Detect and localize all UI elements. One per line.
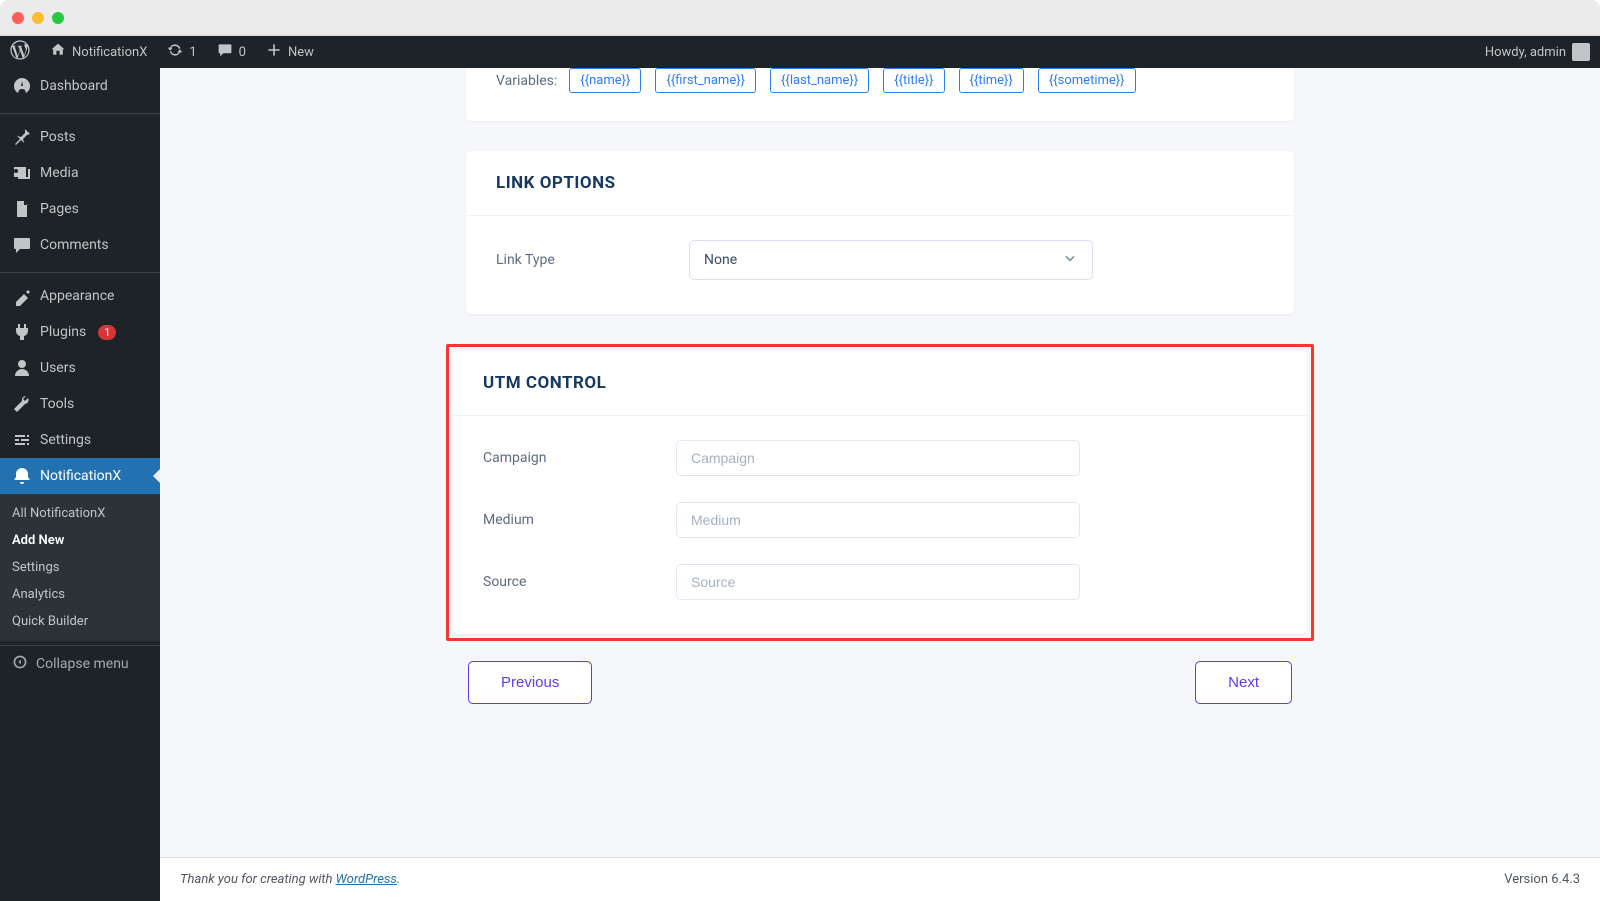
variable-tag[interactable]: {{sometime}} [1038,68,1136,93]
wp-admin-sidebar: Dashboard Posts Media Pages Comments Appearan… [0,68,160,901]
variable-tag[interactable]: {{time}} [959,68,1024,93]
mac-close-dot[interactable] [12,12,24,24]
sidebar-item-label: Users [40,360,76,376]
media-icon [12,163,32,183]
site-name-menu[interactable]: NotificationX [40,36,157,68]
mac-zoom-dot[interactable] [52,12,64,24]
new-label: New [288,45,314,60]
sidebar-item-label: Settings [40,432,91,448]
submenu-item-add-new[interactable]: Add New [0,527,160,554]
footer-thanks-prefix: Thank you for creating with [180,872,336,887]
sidebar-item-label: Appearance [40,288,114,304]
plugin-icon [12,322,32,342]
new-menu[interactable]: New [256,36,324,68]
update-badge: 1 [98,325,116,340]
notifx-icon [12,466,32,486]
plus-icon [266,42,282,62]
comment-icon [12,235,32,255]
sidebar-item-comments[interactable]: Comments [0,227,160,263]
sidebar-item-appearance[interactable]: Appearance [0,278,160,314]
utm-source-input[interactable] [676,564,1080,600]
link-type-label: Link Type [496,252,689,268]
refresh-icon [167,42,183,62]
next-button[interactable]: Next [1195,661,1292,704]
sidebar-item-media[interactable]: Media [0,155,160,191]
pin-icon [12,127,32,147]
variable-tag[interactable]: {{title}} [883,68,944,93]
site-name: NotificationX [72,45,147,60]
previous-button[interactable]: Previous [468,661,592,704]
utm-medium-input[interactable] [676,502,1080,538]
appearance-icon [12,286,32,306]
avatar-icon [1572,43,1590,61]
utm-campaign-input[interactable] [676,440,1080,476]
updates-count: 1 [189,45,196,60]
sidebar-item-label: Tools [40,396,74,412]
sidebar-item-users[interactable]: Users [0,350,160,386]
wp-content-area: Variables: {{name}} {{first_name}} {{last_… [160,68,1600,901]
sidebar-item-pages[interactable]: Pages [0,191,160,227]
howdy-menu[interactable]: Howdy, admin [1475,36,1600,68]
wizard-nav: Previous Next [466,661,1294,734]
link-options-title: LINK OPTIONS [496,173,1264,193]
variable-tag[interactable]: {{first_name}} [655,68,756,93]
utm-campaign-label: Campaign [483,450,676,466]
sidebar-item-label: Plugins [40,324,86,340]
home-icon [50,42,66,62]
link-type-select[interactable]: None [689,240,1093,280]
collapse-label: Collapse menu [36,656,129,672]
wp-logo-menu[interactable] [0,36,40,68]
tools-icon [12,394,32,414]
sidebar-item-label: NotificationX [40,468,121,484]
comments-menu[interactable]: 0 [207,36,256,68]
sidebar-item-tools[interactable]: Tools [0,386,160,422]
utm-title: UTM CONTROL [483,373,1277,393]
mac-titlebar [0,0,1600,36]
variables-label: Variables: [496,73,557,89]
wordpress-icon [10,40,30,64]
submenu-item-settings[interactable]: Settings [0,554,160,581]
wp-footer: Thank you for creating with WordPress. V… [160,857,1600,901]
sidebar-item-dashboard[interactable]: Dashboard [0,68,160,104]
sidebar-item-label: Comments [40,237,109,253]
sidebar-item-label: Media [40,165,79,181]
collapse-menu[interactable]: Collapse menu [0,645,160,682]
comments-count: 0 [239,45,246,60]
submenu-item-all-notificationx[interactable]: All NotificationX [0,500,160,527]
utm-highlight: UTM CONTROL Campaign Medium [446,344,1314,641]
chevron-down-icon [1062,250,1078,270]
sidebar-item-posts[interactable]: Posts [0,119,160,155]
link-options-card: LINK OPTIONS Link Type None [466,151,1294,314]
link-type-value: None [704,252,737,268]
utm-medium-label: Medium [483,512,676,528]
submenu-item-analytics[interactable]: Analytics [0,581,160,608]
utm-source-label: Source [483,574,676,590]
sidebar-item-label: Posts [40,129,76,145]
variable-tag[interactable]: {{name}} [569,68,641,93]
sidebar-item-notificationx[interactable]: NotificationX [0,458,160,494]
users-icon [12,358,32,378]
sidebar-item-label: Dashboard [40,78,108,94]
updates-menu[interactable]: 1 [157,36,206,68]
submenu-item-quick-builder[interactable]: Quick Builder [0,608,160,635]
footer-thanks-suffix: . [397,872,400,887]
collapse-icon [12,654,28,674]
sidebar-item-settings[interactable]: Settings [0,422,160,458]
settings-icon [12,430,32,450]
sidebar-item-plugins[interactable]: Plugins 1 [0,314,160,350]
footer-version: Version 6.4.3 [1504,872,1580,887]
sidebar-item-label: Pages [40,201,79,217]
mac-minimize-dot[interactable] [32,12,44,24]
sidebar-submenu: All NotificationXAdd NewSettingsAnalytic… [0,494,160,641]
howdy-text: Howdy, admin [1485,45,1566,60]
page-icon [12,199,32,219]
dashboard-icon [12,76,32,96]
footer-wordpress-link[interactable]: WordPress [336,872,397,887]
wp-admin-toolbar: NotificationX 1 0 New [0,36,1600,68]
variables-card: Variables: {{name}} {{first_name}} {{last_… [466,68,1294,121]
comment-icon [217,42,233,62]
utm-control-card: UTM CONTROL Campaign Medium [453,351,1307,634]
variable-tag[interactable]: {{last_name}} [770,68,869,93]
